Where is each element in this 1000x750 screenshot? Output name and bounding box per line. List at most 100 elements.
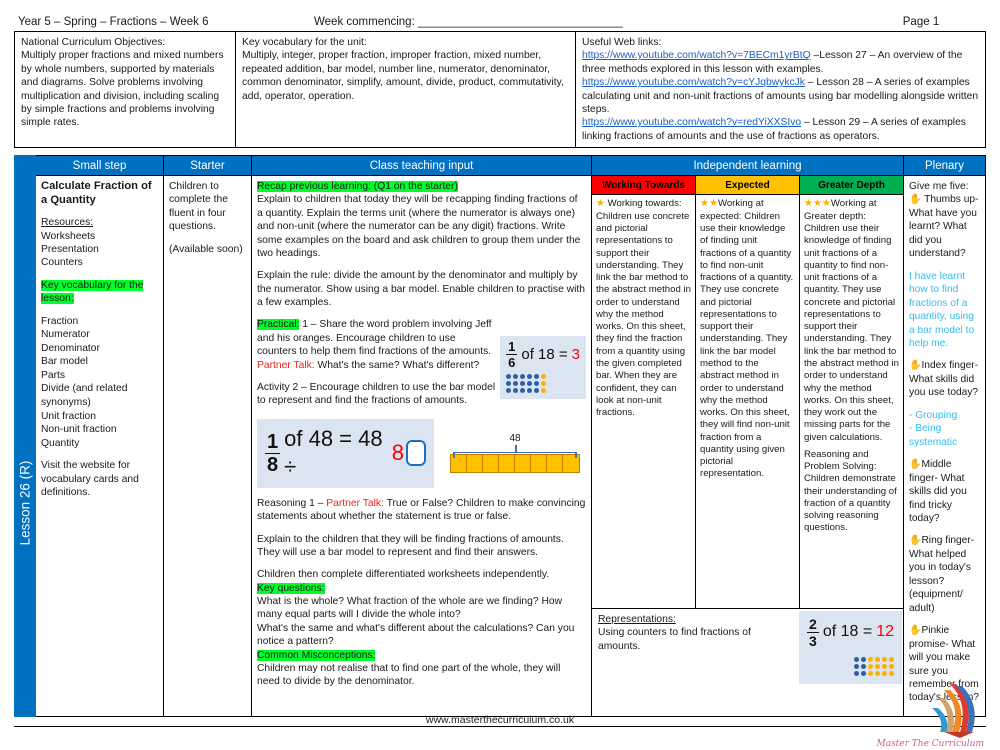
reasoning-paragraph: Reasoning 1 – Partner Talk: True or Fals… <box>257 497 586 524</box>
counter-row <box>853 671 894 676</box>
counter-blue <box>506 388 512 394</box>
counter-blue <box>520 388 526 394</box>
counter-blue <box>853 664 859 669</box>
resources-label: Resources: <box>41 217 94 229</box>
lesson-number-tab: Lesson 26 (R) <box>14 155 36 717</box>
star-rating-3: ★★★ <box>804 198 831 209</box>
brace-tick-left <box>453 451 455 458</box>
web-link-item: https://www.youtube.com/watch?v=redYiXXS… <box>582 116 979 143</box>
counter-blue <box>506 381 512 387</box>
logo-wordmark: Master The Curriculum <box>876 739 984 749</box>
rule-body: Explain the rule: divide the amount by t… <box>257 270 585 308</box>
worksheets-body: Children then complete differentiated wo… <box>257 569 550 581</box>
fraction-numerator: 2 <box>807 616 819 633</box>
bar-segment <box>467 454 483 472</box>
resource-item: Worksheets <box>41 230 96 242</box>
col-header-independent: Independent learning <box>592 156 904 176</box>
counters-grid-2 <box>807 657 894 676</box>
key-questions-heading-text: Key questions: <box>257 582 325 594</box>
web-link-0[interactable]: https://www.youtube.com/watch?v=7BECm1yr… <box>582 50 811 61</box>
column-working-towards: ★ Working towards: Children use concrete… <box>592 195 696 608</box>
counter-blue <box>853 671 859 676</box>
greater-depth-body: Children use their knowledge of finding … <box>804 223 899 443</box>
key-questions-body: What is the whole? What fraction of the … <box>257 596 575 648</box>
counter-row <box>853 664 894 669</box>
sub-header-working-towards: Working Towards <box>592 176 696 195</box>
vocab-item: Unit fraction <box>41 410 96 422</box>
web-link-item: https://www.youtube.com/watch?v=cYJqbwyk… <box>582 76 979 116</box>
col-header-small-step: Small step <box>36 156 164 176</box>
working-towards-heading: Working towards: <box>604 198 682 209</box>
info-band: National Curriculum Objectives: Multiply… <box>14 32 986 148</box>
fraction-1-8: 1 8 <box>265 430 281 475</box>
counter-orange <box>874 664 880 669</box>
counter-orange <box>881 657 887 662</box>
web-link-1[interactable]: https://www.youtube.com/watch?v=cYJqbwyk… <box>582 77 805 88</box>
col-header-starter: Starter <box>164 156 252 176</box>
counter-blue <box>527 381 533 387</box>
hand-icon: ✋ <box>909 535 922 547</box>
key-vocabulary-unit: Key vocabulary for the unit: Multiply, i… <box>236 32 576 147</box>
reasoning-prefix: Reasoning 1 – <box>257 497 327 509</box>
main-planning-table: Lesson 26 (R) Small step Starter Class t… <box>14 155 986 717</box>
vocab-item: Parts <box>41 369 66 381</box>
header-week-commencing: Week commencing: _______________________… <box>314 16 623 28</box>
recap-body: Explain to children that today they will… <box>257 194 581 259</box>
hand-icon: ✋ <box>909 625 922 637</box>
representations-row: Representations: Using counters to find … <box>592 608 903 716</box>
counter-orange <box>541 381 547 387</box>
fraction-numerator: 1 <box>265 430 281 454</box>
answer-input-box[interactable] <box>406 440 426 467</box>
web-link-item: https://www.youtube.com/watch?v=7BECm1yr… <box>582 49 979 76</box>
hand-icon: ✋ <box>909 194 922 206</box>
objectives-title: National Curriculum Objectives: <box>21 37 166 48</box>
misconceptions-heading-text: Common Misconceptions: <box>257 649 376 661</box>
counter-blue <box>534 381 540 387</box>
counter-blue <box>860 657 866 662</box>
counter-orange <box>881 664 887 669</box>
bar-model-brace <box>450 444 580 458</box>
footer-url: www.masterthecurriculum.co.uk <box>425 714 575 726</box>
misconceptions-heading: Common Misconceptions: <box>257 649 586 662</box>
bar-segment <box>499 454 515 472</box>
bar-model-graphic: 48 <box>444 429 586 477</box>
table-body-row: Calculate Fraction of a Quantity Resourc… <box>36 176 985 716</box>
bar-segment <box>531 454 547 472</box>
reasoning-partner-talk-label: Partner Talk: <box>326 497 384 509</box>
bar-segment <box>547 454 563 472</box>
fraction-equation-2-divisor: 8 <box>391 439 405 465</box>
representations-heading: Representations: <box>598 614 676 625</box>
fraction-example-3-graphic: 2 3 of 18 = 12 <box>799 611 902 684</box>
counter-blue <box>513 388 519 394</box>
counter-blue <box>534 388 540 394</box>
fraction-1-6: 1 6 <box>506 340 518 371</box>
web-link-2[interactable]: https://www.youtube.com/watch?v=redYiXXS… <box>582 117 801 128</box>
vocab-item: Quantity <box>41 437 80 449</box>
counter-blue <box>534 374 540 380</box>
key-questions-heading: Key questions: <box>257 582 586 595</box>
counter-orange <box>874 671 880 676</box>
counter-orange <box>874 657 880 662</box>
table-header-row: Small step Starter Class teaching input … <box>36 156 985 176</box>
star-rating-2: ★★ <box>700 198 718 209</box>
fraction-denominator: 6 <box>508 355 516 371</box>
partner-talk-body: What's the same? What's different? <box>314 359 480 371</box>
independent-sub-headers: Working Towards Expected Greater Depth <box>592 176 903 195</box>
links-title: Useful Web links: <box>582 37 662 48</box>
counter-blue <box>506 374 512 380</box>
lesson-tab-label: Lesson 26 (R) <box>17 460 33 546</box>
cell-independent-learning: Working Towards Expected Greater Depth ★… <box>592 176 904 716</box>
counter-orange <box>541 374 547 380</box>
partner-talk-label: Partner Talk: <box>257 359 315 371</box>
resource-item: Counters <box>41 257 83 269</box>
practical-paragraph: Practical: 1 – Share the word problem in… <box>257 318 496 358</box>
bar-model-label: 48 <box>509 432 521 444</box>
